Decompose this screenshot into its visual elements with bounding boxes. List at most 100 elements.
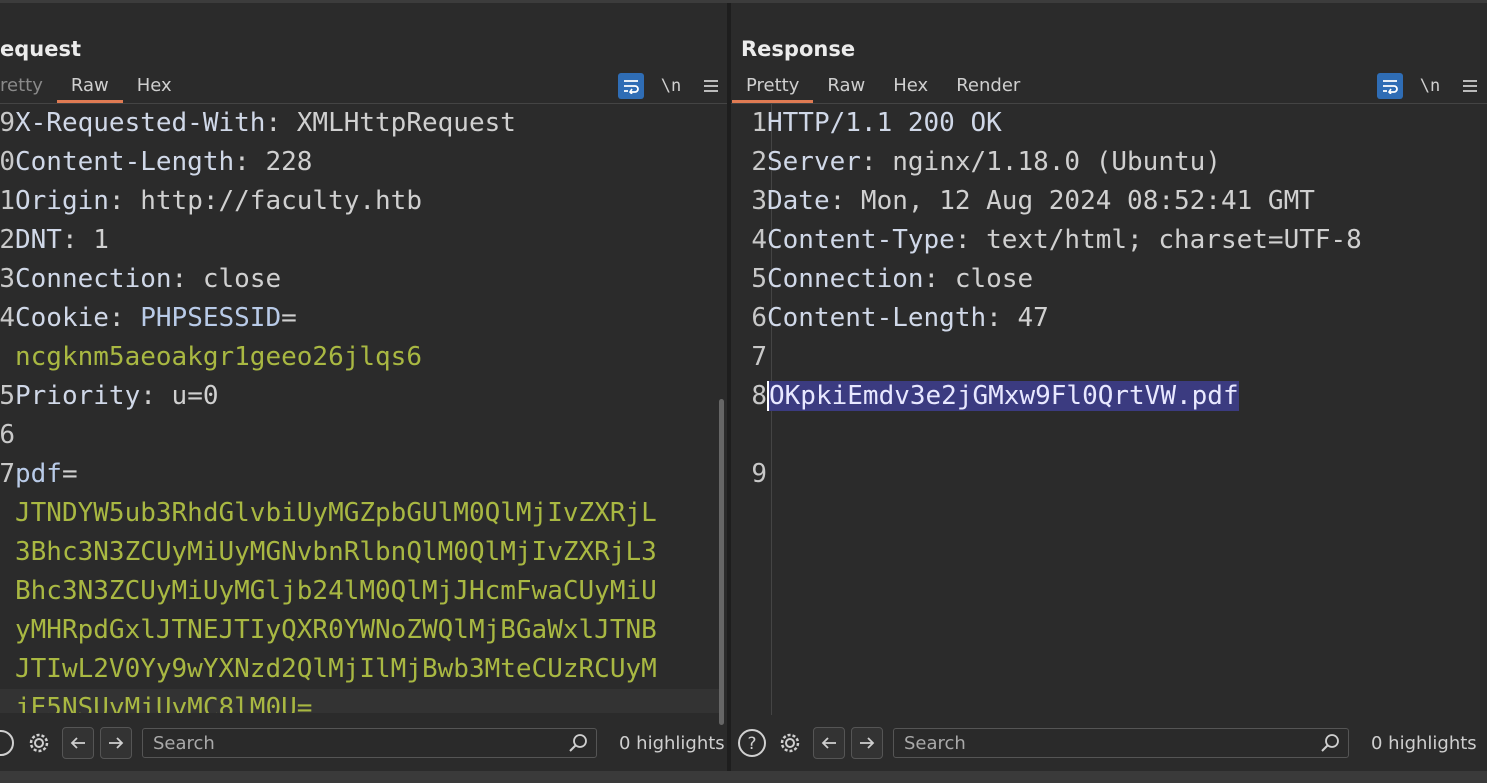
code-content: OKpkiEmdv3e2jGMxw9Fl0QrtVW.pdf: [767, 377, 1481, 416]
newline-icon[interactable]: \n: [1417, 73, 1443, 99]
wrap-lines-icon[interactable]: [1377, 73, 1403, 99]
code-token: Content-Type: [767, 225, 955, 255]
code-content: X-Requested-With: XMLHttpRequest: [15, 104, 721, 143]
line-number: 3: [751, 186, 767, 216]
code-line: 5 Connection: close: [731, 260, 1481, 299]
back-arrow-icon[interactable]: [62, 727, 94, 759]
line-number: 6: [0, 420, 15, 450]
code-line: 5 Priority: u=0: [0, 377, 721, 416]
code-content: Bhc3N3ZCUyMiUyMGljb24lM0QlMjJHcmFwaCUyMi…: [15, 572, 721, 611]
back-arrow-icon[interactable]: [813, 727, 845, 759]
request-highlights-count: 0 highlights: [619, 732, 725, 754]
code-line: 3 Connection: close: [0, 260, 721, 299]
code-line: 2 Server: nginx/1.18.0 (Ubuntu): [731, 143, 1481, 182]
code-content: JTNDYW5ub3RhdGlvbiUyMGZpbGUlM0QlMjIvZXRj…: [15, 494, 721, 533]
response-search-input[interactable]: [902, 731, 1320, 755]
code-token: : Mon, 12 Aug 2024 08:52:41 GMT: [829, 186, 1315, 216]
line-number: 2: [0, 225, 15, 255]
request-search-input[interactable]: [151, 731, 568, 755]
help-icon[interactable]: ?: [737, 728, 767, 758]
code-token: JTIwL2V0Yy9wYXNzd2QlMjIlMjBwb3MteCUzRCUy…: [15, 654, 657, 684]
code-content: JTIwL2V0Yy9wYXNzd2QlMjIlMjBwb3MteCUzRCUy…: [15, 650, 721, 689]
code-token: :: [108, 303, 141, 333]
code-token: Date: [767, 186, 830, 216]
menu-icon[interactable]: [1457, 73, 1483, 99]
code-token: jE5NSUyMiUyMC8lM0U=: [15, 693, 313, 713]
settings-icon[interactable]: [775, 728, 805, 758]
line-number: [0, 650, 15, 689]
line-number: 3: [0, 264, 15, 294]
request-scrollbar[interactable]: [719, 399, 724, 725]
code-token: Connection: [767, 264, 924, 294]
settings-icon[interactable]: [24, 728, 54, 758]
help-icon[interactable]: [0, 728, 16, 758]
code-line: 3Bhc3N3ZCUyMiUyMGNvbnRlbnQlM0QlMjIvZXRjL…: [0, 533, 721, 572]
code-content: [767, 338, 1481, 377]
code-content: HTTP/1.1 200 OK: [767, 104, 1481, 143]
line-number: 4: [0, 303, 15, 333]
code-line: 9: [731, 455, 1481, 494]
code-content: Date: Mon, 12 Aug 2024 08:52:41 GMT: [767, 182, 1481, 221]
code-content: Cookie: PHPSESSID=: [15, 299, 721, 338]
selected-text: OKpkiEmdv3e2jGMxw9Fl0QrtVW.pdf: [767, 381, 1239, 411]
line-number: [0, 572, 15, 611]
status-strip: [0, 771, 1487, 783]
tab-render[interactable]: Render: [942, 71, 1034, 103]
code-content: pdf=: [15, 455, 721, 494]
code-token: Server: [767, 147, 861, 177]
code-token: HTTP/1.1 200 OK: [767, 108, 1002, 138]
tab-raw[interactable]: Raw: [813, 71, 879, 103]
line-number: 9: [751, 459, 767, 489]
request-toolbar: \n: [618, 73, 724, 99]
code-line: ncgknm5aeoakgr1geeo26jlqs6: [0, 338, 721, 377]
tab-pretty[interactable]: Pretty: [732, 71, 814, 103]
code-content: Content-Length: 228: [15, 143, 721, 182]
code-line: Bhc3N3ZCUyMiUyMGljb24lM0QlMjJHcmFwaCUyMi…: [0, 572, 721, 611]
search-icon: [569, 734, 587, 752]
request-tabs: retty Raw Hex: [0, 71, 186, 103]
response-search: [893, 728, 1349, 758]
response-highlights-count: 0 highlights: [1371, 732, 1477, 754]
code-token: pdf: [15, 459, 62, 489]
code-content: [767, 416, 1481, 455]
code-token: JTNDYW5ub3RhdGlvbiUyMGZpbGUlM0QlMjIvZXRj…: [15, 498, 657, 528]
code-token: Origin: [15, 186, 109, 216]
code-token: : close: [171, 264, 282, 294]
tab-pretty[interactable]: retty: [0, 71, 57, 103]
newline-icon[interactable]: \n: [658, 73, 684, 99]
tab-raw[interactable]: Raw: [56, 71, 123, 103]
code-line: JTIwL2V0Yy9wYXNzd2QlMjIlMjBwb3MteCUzRCUy…: [0, 650, 721, 689]
code-content: Content-Length: 47: [767, 299, 1481, 338]
tab-hex[interactable]: Hex: [879, 71, 942, 103]
code-line: 1 Origin: http://faculty.htb: [0, 182, 721, 221]
menu-icon[interactable]: [698, 73, 724, 99]
response-toolbar: \n: [1377, 73, 1483, 99]
request-editor[interactable]: 9 X-Requested-With: XMLHttpRequest 0 Conten…: [0, 104, 721, 713]
line-number: 5: [0, 381, 15, 411]
forward-arrow-icon[interactable]: [851, 727, 883, 759]
code-token: : nginx/1.18.0 (Ubuntu): [860, 147, 1221, 177]
line-number: 7: [751, 342, 767, 372]
line-number: 9: [0, 108, 15, 138]
code-token: Cookie: [15, 303, 109, 333]
code-line: 9 X-Requested-With: XMLHttpRequest: [0, 104, 721, 143]
code-token: DNT: [15, 225, 62, 255]
code-token: ncgknm5aeoakgr1geeo26jlqs6: [15, 342, 422, 372]
tab-hex[interactable]: Hex: [123, 71, 186, 103]
line-number: 8: [751, 381, 767, 411]
code-token: yMHRpdGxlJTNEJTIyQXR0YWNoZWQlMjBGaWxlJTN…: [15, 615, 657, 645]
response-title: Response: [741, 37, 856, 61]
response-footer: ? 0 highlights: [737, 715, 1477, 771]
code-line: 4 Cookie: PHPSESSID=: [0, 299, 721, 338]
line-number: [0, 533, 15, 572]
code-content: Priority: u=0: [15, 377, 721, 416]
line-number: 4: [751, 225, 767, 255]
line-number: [0, 338, 15, 377]
code-content: yMHRpdGxlJTNEJTIyQXR0YWNoZWQlMjBGaWxlJTN…: [15, 611, 721, 650]
wrap-lines-icon[interactable]: [618, 73, 644, 99]
response-editor[interactable]: 1 HTTP/1.1 200 OK 2 Server: nginx/1.18.0 (U…: [731, 104, 1481, 713]
code-content: Connection: close: [767, 260, 1481, 299]
line-number: 5: [751, 264, 767, 294]
line-number: 2: [751, 147, 767, 177]
forward-arrow-icon[interactable]: [100, 727, 132, 759]
